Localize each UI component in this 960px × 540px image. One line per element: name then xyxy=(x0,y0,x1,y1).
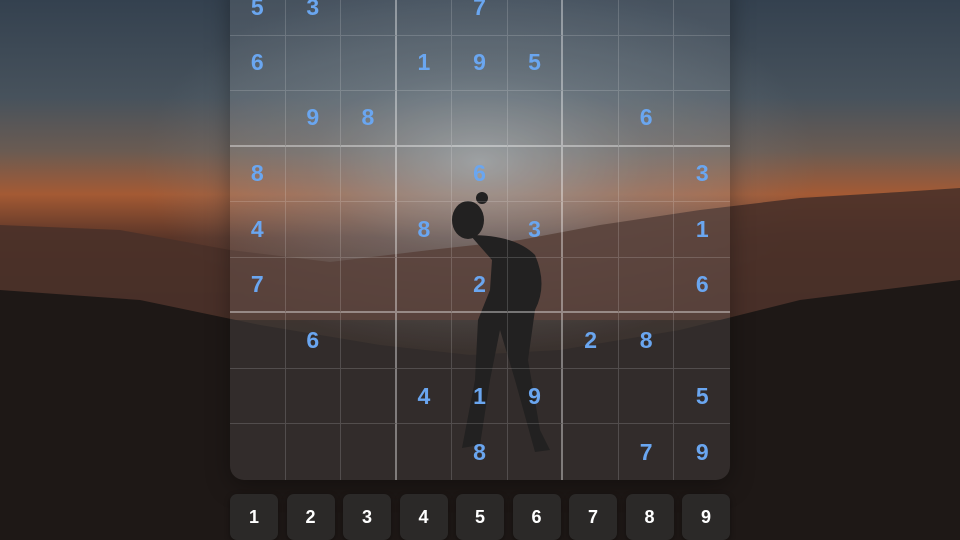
sudoku-cell[interactable] xyxy=(285,257,342,314)
sudoku-cell[interactable]: 4 xyxy=(396,368,453,425)
sudoku-cell[interactable] xyxy=(507,146,564,203)
sudoku-cell[interactable]: 3 xyxy=(674,147,730,203)
sudoku-cell[interactable] xyxy=(563,424,619,480)
sudoku-cell[interactable] xyxy=(230,313,286,369)
sudoku-cell[interactable] xyxy=(563,35,619,92)
number-key-3[interactable]: 3 xyxy=(343,494,391,540)
sudoku-cell[interactable] xyxy=(452,91,508,147)
sudoku-cell[interactable] xyxy=(341,313,397,369)
sudoku-cell[interactable] xyxy=(341,202,397,258)
sudoku-cell[interactable] xyxy=(452,313,508,369)
sudoku-cell[interactable] xyxy=(285,35,342,92)
sudoku-cell[interactable]: 6 xyxy=(230,35,286,92)
sudoku-cell[interactable] xyxy=(396,257,453,314)
sudoku-cell[interactable] xyxy=(618,0,675,36)
sudoku-cell[interactable]: 9 xyxy=(452,35,508,92)
sudoku-cell[interactable]: 4 xyxy=(230,202,286,258)
sudoku-cell[interactable] xyxy=(507,91,564,147)
sudoku-cell[interactable] xyxy=(674,91,730,147)
sudoku-cell[interactable]: 8 xyxy=(396,202,453,258)
sudoku-cell[interactable]: 3 xyxy=(507,202,564,258)
number-key-1[interactable]: 1 xyxy=(230,494,278,540)
sudoku-cell[interactable] xyxy=(507,0,564,36)
sudoku-cell[interactable] xyxy=(341,257,397,314)
sudoku-cell[interactable]: 1 xyxy=(396,35,453,92)
sudoku-cell[interactable] xyxy=(452,202,508,258)
sudoku-cell[interactable]: 6 xyxy=(285,313,342,369)
sudoku-cell[interactable] xyxy=(618,368,675,425)
sudoku-cell[interactable] xyxy=(563,202,619,258)
sudoku-cell[interactable] xyxy=(618,35,675,92)
sudoku-cell[interactable] xyxy=(230,368,286,425)
sudoku-cell[interactable] xyxy=(341,424,397,480)
sudoku-cell[interactable] xyxy=(618,146,675,203)
sudoku-cell[interactable] xyxy=(674,36,730,92)
number-key-7[interactable]: 7 xyxy=(569,494,617,540)
sudoku-cell[interactable]: 2 xyxy=(563,313,619,369)
sudoku-cell[interactable] xyxy=(341,146,397,203)
sudoku-cell[interactable] xyxy=(285,146,342,203)
sudoku-cell[interactable] xyxy=(563,146,619,203)
sudoku-cell[interactable] xyxy=(563,91,619,147)
sudoku-cell[interactable]: 9 xyxy=(285,91,342,147)
sudoku-cell[interactable] xyxy=(397,424,453,480)
number-key-4[interactable]: 4 xyxy=(399,494,448,540)
sudoku-cell[interactable]: 8 xyxy=(452,424,508,480)
sudoku-cell[interactable]: 6 xyxy=(452,146,508,203)
sudoku-cell[interactable] xyxy=(341,0,397,36)
number-key-5[interactable]: 5 xyxy=(456,494,504,540)
sudoku-cell[interactable] xyxy=(507,313,564,369)
sudoku-cell[interactable] xyxy=(230,424,286,480)
sudoku-cell[interactable]: 3 xyxy=(285,0,342,36)
sudoku-cell[interactable]: 5 xyxy=(507,35,564,92)
sudoku-cell[interactable] xyxy=(285,202,342,258)
sudoku-cell[interactable]: 8 xyxy=(341,91,397,147)
sudoku-cell[interactable] xyxy=(508,424,564,480)
sudoku-cell[interactable] xyxy=(563,257,619,314)
sudoku-cell[interactable] xyxy=(285,368,342,425)
number-pad: 123456789 xyxy=(230,494,730,540)
sudoku-cell[interactable]: 7 xyxy=(230,257,286,314)
sudoku-cell[interactable] xyxy=(396,0,453,36)
sudoku-cell[interactable] xyxy=(674,0,730,36)
sudoku-cell[interactable] xyxy=(341,35,397,92)
sudoku-cell[interactable]: 5 xyxy=(674,369,730,425)
sudoku-cell[interactable] xyxy=(230,91,286,147)
sudoku-cell[interactable]: 8 xyxy=(230,146,286,203)
sudoku-cell[interactable] xyxy=(563,0,619,36)
sudoku-cell[interactable]: 8 xyxy=(618,313,675,369)
sudoku-cell[interactable] xyxy=(618,202,675,258)
number-key-2[interactable]: 2 xyxy=(286,494,335,540)
sudoku-cell[interactable] xyxy=(396,146,453,203)
sudoku-cell[interactable] xyxy=(618,257,675,314)
sudoku-cell[interactable]: 7 xyxy=(619,424,675,480)
sudoku-cell[interactable]: 5 xyxy=(230,0,286,36)
sudoku-cell[interactable] xyxy=(507,257,564,314)
number-key-6[interactable]: 6 xyxy=(512,494,561,540)
number-key-9[interactable]: 9 xyxy=(682,494,730,540)
sudoku-cell[interactable] xyxy=(396,313,453,369)
sudoku-cell[interactable]: 7 xyxy=(452,0,508,36)
sudoku-cell[interactable] xyxy=(674,313,730,369)
sudoku-cell[interactable] xyxy=(563,368,619,425)
sudoku-cell[interactable]: 1 xyxy=(452,368,508,425)
sudoku-cell[interactable]: 9 xyxy=(507,368,564,425)
sudoku-cell[interactable]: 2 xyxy=(452,257,508,314)
sudoku-cell[interactable]: 6 xyxy=(674,258,730,314)
sudoku-cell[interactable]: 9 xyxy=(674,424,730,480)
sudoku-cell[interactable] xyxy=(341,368,397,425)
sudoku-cell[interactable] xyxy=(286,424,342,480)
sudoku-board: 537619598686348317266284195879 xyxy=(230,0,730,480)
sudoku-cell[interactable] xyxy=(396,91,453,147)
sudoku-cell[interactable]: 6 xyxy=(618,91,675,147)
number-key-8[interactable]: 8 xyxy=(625,494,674,540)
sudoku-cell[interactable]: 1 xyxy=(674,202,730,258)
